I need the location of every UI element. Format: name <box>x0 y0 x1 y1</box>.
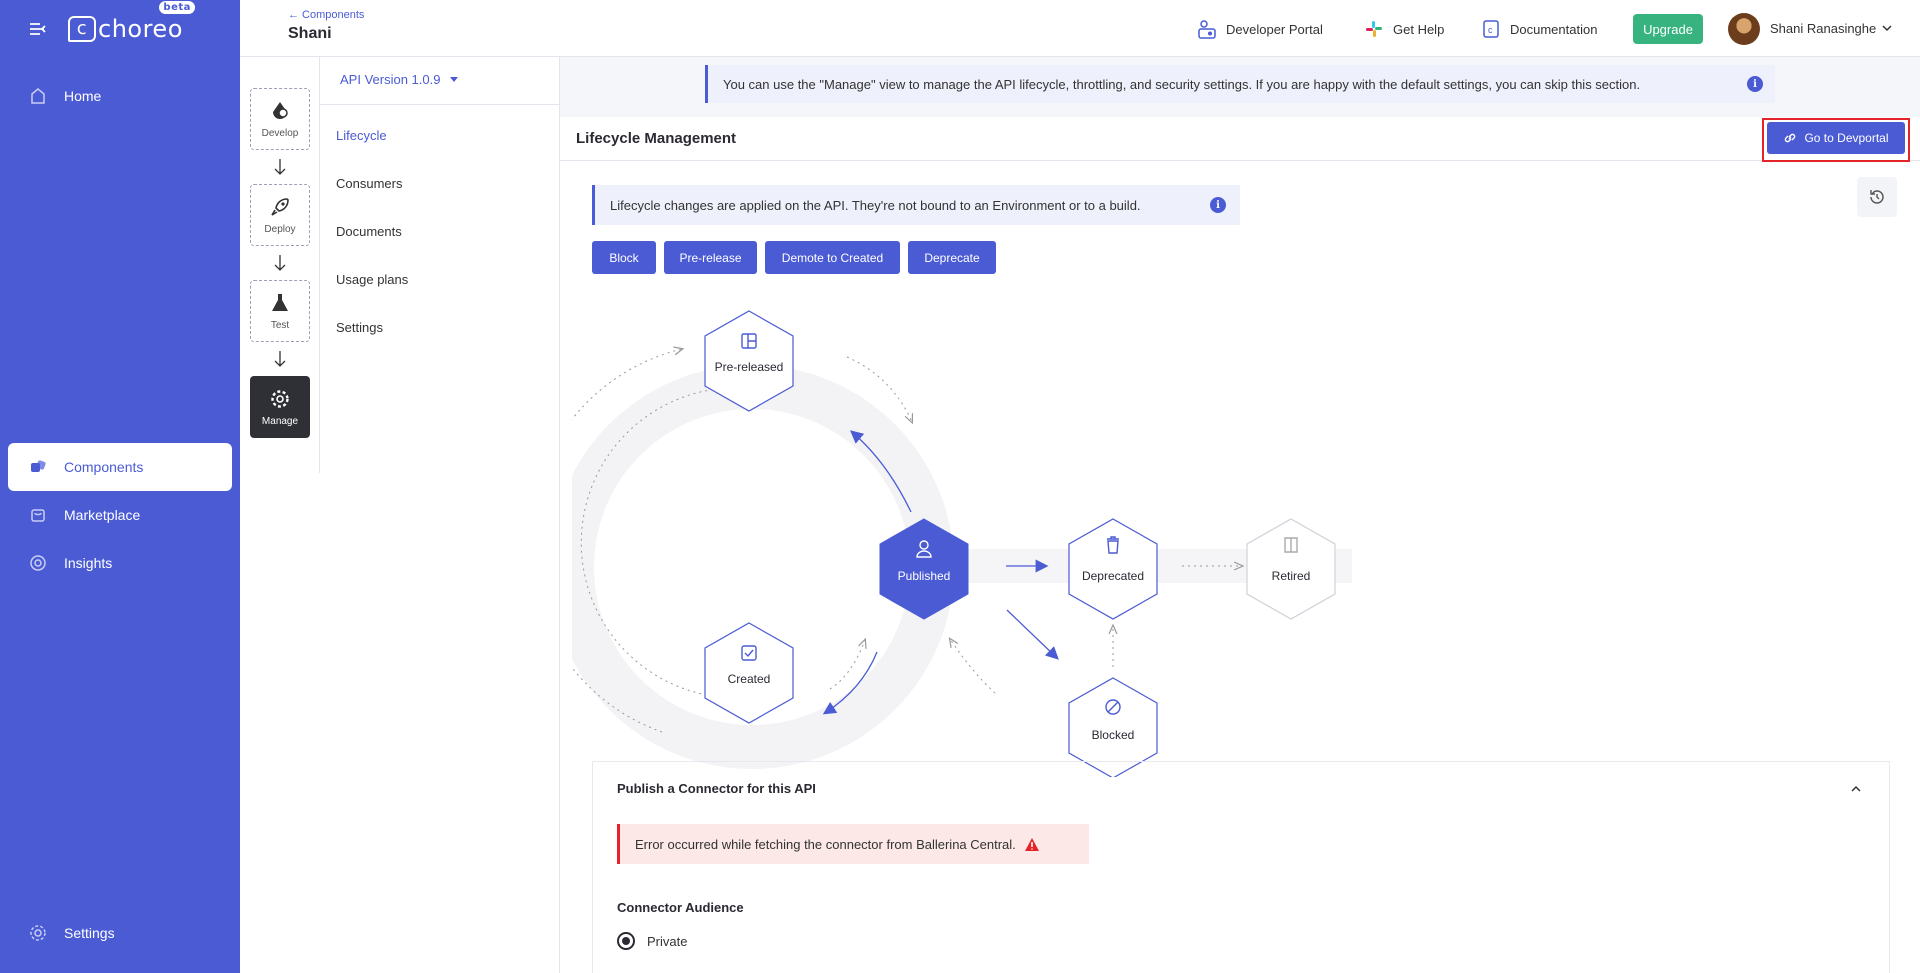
history-button[interactable] <box>1857 177 1897 217</box>
step-test[interactable]: Test <box>250 280 310 342</box>
components-icon <box>28 457 48 477</box>
slack-icon <box>1363 18 1385 40</box>
info-icon[interactable]: i <box>1747 76 1763 92</box>
pre-release-button[interactable]: Pre-release <box>664 241 757 274</box>
documentation-link[interactable]: c Documentation <box>1480 18 1597 40</box>
get-help-link[interactable]: Get Help <box>1363 18 1444 40</box>
avatar[interactable] <box>1728 13 1760 45</box>
nav-item-components[interactable]: Components <box>8 443 232 491</box>
arrow-down-icon <box>270 254 290 274</box>
caret-down-icon <box>450 77 459 82</box>
chevron-down-icon[interactable] <box>1880 21 1894 35</box>
arrow-blocked-to-published <box>950 639 996 694</box>
submenu-settings[interactable]: Settings <box>336 320 383 335</box>
lifecycle-header: Lifecycle Management <box>560 117 1920 161</box>
home-icon <box>28 86 48 106</box>
nav-item-marketplace[interactable]: Marketplace <box>8 491 232 539</box>
step-develop[interactable]: Develop <box>250 88 310 150</box>
page-title: Shani <box>288 25 332 42</box>
divider <box>320 104 560 105</box>
state-published[interactable]: Published <box>879 518 969 620</box>
arrow-down-icon <box>270 158 290 178</box>
left-navigation: c choreo beta Home Components Marketplac… <box>0 0 240 973</box>
svg-text:Created: Created <box>728 672 771 686</box>
manage-info-banner: You can use the "Manage" view to manage … <box>705 65 1775 103</box>
gear-icon <box>28 923 48 943</box>
block-button[interactable]: Block <box>592 241 656 274</box>
arrow-published-to-blocked <box>1006 609 1059 660</box>
nav-item-home[interactable]: Home <box>8 72 232 120</box>
gear-icon <box>269 388 291 410</box>
history-icon <box>1870 190 1884 204</box>
user-name[interactable]: Shani Ranasinghe <box>1770 21 1876 36</box>
choreo-logo[interactable]: c choreo beta <box>68 0 195 43</box>
developer-portal-link[interactable]: Developer Portal <box>1196 18 1323 40</box>
step-manage[interactable]: Manage <box>250 376 310 438</box>
nav-topbar: c choreo beta <box>0 0 240 57</box>
connector-title: Publish a Connector for this API <box>617 781 816 796</box>
submenu-lifecycle[interactable]: Lifecycle <box>336 128 387 143</box>
demote-to-created-button[interactable]: Demote to Created <box>765 241 900 274</box>
link-icon <box>1785 133 1796 143</box>
lifecycle-diagram: Pre-released Published Created Deprecate… <box>572 310 1352 777</box>
section-title: Lifecycle Management <box>576 130 737 147</box>
svg-text:Published: Published <box>898 569 951 583</box>
lifecycle-note: Lifecycle changes are applied on the API… <box>592 185 1240 225</box>
menu-collapse-icon[interactable] <box>28 19 48 39</box>
svg-text:Deprecated: Deprecated <box>1082 569 1144 583</box>
deprecate-button[interactable]: Deprecate <box>908 241 996 274</box>
connector-error-alert: Error occurred while fetching the connec… <box>617 824 1089 864</box>
arrow-down-icon <box>270 350 290 370</box>
flask-icon <box>269 292 291 314</box>
svg-text:Blocked: Blocked <box>1092 728 1135 742</box>
chevron-up-icon[interactable] <box>1849 782 1863 796</box>
marketplace-icon <box>28 505 48 525</box>
main-content: You can use the "Manage" view to manage … <box>560 57 1920 973</box>
state-retired[interactable]: Retired <box>1246 518 1336 620</box>
breadcrumb-components[interactable]: ← Components <box>288 9 364 21</box>
banner-area: You can use the "Manage" view to manage … <box>560 57 1920 117</box>
submenu-usage-plans[interactable]: Usage plans <box>336 272 408 287</box>
submenu-documents[interactable]: Documents <box>336 224 402 239</box>
step-deploy[interactable]: Deploy <box>250 184 310 246</box>
svg-text:c: c <box>1488 25 1493 35</box>
nav-item-insights[interactable]: Insights <box>8 539 232 587</box>
audience-private-option[interactable]: Private <box>617 932 687 950</box>
submenu-consumers[interactable]: Consumers <box>336 176 402 191</box>
rocket-icon <box>269 196 291 218</box>
api-version-select[interactable]: API Version 1.0.9 <box>340 72 459 87</box>
upgrade-button[interactable]: Upgrade <box>1633 14 1703 44</box>
radio-private[interactable] <box>617 932 635 950</box>
connector-panel: Publish a Connector for this API Error o… <box>592 761 1890 973</box>
develop-icon <box>269 100 291 122</box>
state-created[interactable]: Created <box>704 622 794 724</box>
choreo-logo-mark-icon: c <box>68 15 96 42</box>
beta-badge: beta <box>159 0 195 14</box>
insights-icon <box>28 553 48 573</box>
workflow-steps: Develop Deploy Test Manage <box>240 57 320 473</box>
documentation-icon: c <box>1480 18 1502 40</box>
info-icon[interactable]: i <box>1210 197 1226 213</box>
warning-icon <box>1024 837 1039 851</box>
nav-item-settings[interactable]: Settings <box>8 909 232 957</box>
top-header: ← Components Shani Developer Portal Get … <box>240 0 1920 57</box>
developer-portal-icon <box>1196 18 1218 40</box>
svg-text:Retired: Retired <box>1272 569 1311 583</box>
manage-submenu: API Version 1.0.9 Lifecycle Consumers Do… <box>320 57 560 973</box>
svg-text:Pre-released: Pre-released <box>715 360 784 374</box>
connector-audience-title: Connector Audience <box>617 900 744 915</box>
state-deprecated[interactable]: Deprecated <box>1068 518 1158 620</box>
go-to-devportal-button[interactable]: Go to Devportal <box>1767 122 1905 154</box>
